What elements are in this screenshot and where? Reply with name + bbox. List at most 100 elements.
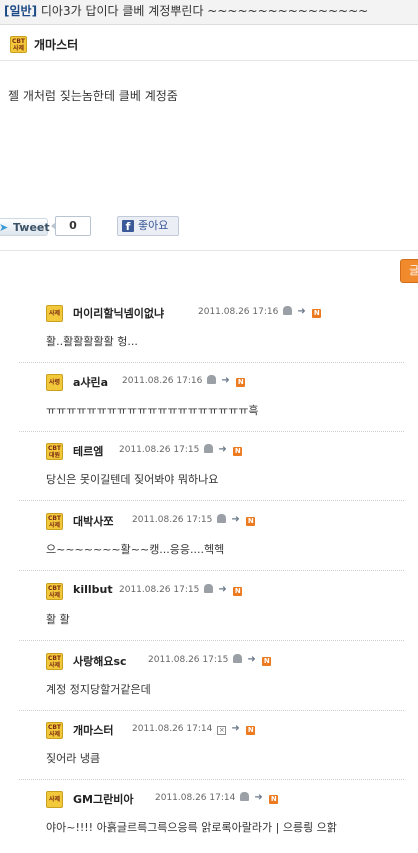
post-title-bar: [일반] 디아3가 답이다 클베 계정뿌린다 ~~~~~~~~~~~~~~~~ <box>0 0 418 25</box>
comment-nickname[interactable]: 머이리할닉넴이없냐 <box>73 305 164 321</box>
delete-icon[interactable]: × <box>217 726 227 735</box>
comment-nickname[interactable]: 개마스터 <box>73 722 113 738</box>
post-author-row: CBT 사제 개마스터 <box>0 30 418 61</box>
comment-date: 2011.08.26 17:14 <box>155 793 236 803</box>
class-badge-icon: 사제 <box>46 305 63 322</box>
divider <box>0 250 418 251</box>
comment-divider <box>19 640 404 641</box>
comment-meta: 2011.08.26 17:16 ➜ N <box>122 375 246 387</box>
comment-item: 사제 머이리할닉넴이없냐 2011.08.26 17:16 ➜ N 활..활활활활활 헝.… <box>0 299 418 367</box>
comment-date: 2011.08.26 17:16 <box>198 307 279 317</box>
comment-divider <box>19 431 404 432</box>
user-info-icon[interactable] <box>204 444 214 453</box>
new-badge-icon[interactable]: N <box>236 378 246 387</box>
comment-divider <box>19 570 404 571</box>
badge-line-2: 사제 <box>48 731 61 738</box>
reply-arrow-icon[interactable]: ➜ <box>254 792 264 803</box>
class-badge-icon: 사제 <box>46 791 63 808</box>
comment-date: 2011.08.26 17:15 <box>148 655 229 665</box>
comment-divider <box>19 710 404 711</box>
comment-meta: 2011.08.26 17:15 ➜ N <box>119 584 243 596</box>
class-badge-icon: CBT 사제 <box>46 583 63 600</box>
badge-line-2: 사제 <box>48 662 61 669</box>
comment-date: 2011.08.26 17:14 <box>132 724 213 734</box>
new-badge-icon[interactable]: N <box>312 309 322 318</box>
post-title: 디아3가 답이다 클베 계정뿌린다 ~~~~~~~~~~~~~~~~ <box>40 4 369 18</box>
comment-item: CBT 사제 대박사쪼 2011.08.26 17:15 ➜ N 으~~~~~~~활~~캥.… <box>0 507 418 575</box>
user-info-icon[interactable] <box>240 792 250 801</box>
comment-item: 사령 a샤린a 2011.08.26 17:16 ➜ N ㅠㅠㅠㅠㅠㅠㅠㅠㅠㅠㅠㅠㅠㅠㅠㅠ… <box>0 368 418 436</box>
reply-arrow-icon[interactable]: ➜ <box>231 723 241 734</box>
comment-text: 짖어라 냉큼 <box>46 752 101 765</box>
badge-line-2: 사제 <box>48 592 61 599</box>
new-badge-icon[interactable]: N <box>269 795 279 804</box>
badge-line-2: 사제 <box>12 45 25 52</box>
badge-line-1: CBT <box>47 655 62 662</box>
comment-item: 사제 GM그란비아 2011.08.26 17:14 ➜ N 야아~!!!! 아흙글르륵그… <box>0 785 418 853</box>
comment-text: 야아~!!!! 아흙글르륵그륵으응륵 앍로록아랄라가 | 으릉릥 으핡 <box>46 821 337 834</box>
post-category[interactable]: [일반] <box>0 4 37 18</box>
comment-nickname[interactable]: GM그란비아 <box>73 791 133 807</box>
post-author-name[interactable]: 개마스터 <box>34 36 78 53</box>
user-info-icon[interactable] <box>207 375 217 384</box>
comment-meta: 2011.08.26 17:16 ➜ N <box>198 306 322 318</box>
user-info-icon[interactable] <box>217 514 227 523</box>
reply-arrow-icon[interactable]: ➜ <box>231 514 241 525</box>
new-badge-icon[interactable]: N <box>246 517 256 526</box>
new-badge-icon[interactable]: N <box>233 587 243 596</box>
comment-item: CBT 대원 테르엠 2011.08.26 17:15 ➜ N 당신은 못이길텐데 짖어봐야… <box>0 437 418 505</box>
new-badge-icon[interactable]: N <box>262 657 272 666</box>
comment-meta: 2011.08.26 17:15 ➜ N <box>119 444 243 456</box>
comment-nickname[interactable]: a샤린a <box>73 374 108 390</box>
badge-line-1: CBT <box>47 724 62 731</box>
facebook-like-button[interactable]: f 좋아요 <box>117 216 179 236</box>
comment-nickname[interactable]: 테르엠 <box>73 443 103 459</box>
comment-date: 2011.08.26 17:15 <box>119 445 200 455</box>
new-badge-icon[interactable]: N <box>233 447 243 456</box>
comment-nickname[interactable]: 대박사쪼 <box>73 513 113 529</box>
class-badge-icon: CBT 사제 <box>46 722 63 739</box>
badge-line-1: CBT <box>47 445 62 452</box>
twitter-bird-icon: ➤ <box>0 221 9 234</box>
comment-text: ㅠㅠㅠㅠㅠㅠㅠㅠㅠㅠㅠㅠㅠㅠㅠㅠㅠㅠㅠㅠ흑 <box>46 404 259 417</box>
tweet-button[interactable]: ➤ Tweet <box>0 218 50 236</box>
comment-meta: 2011.08.26 17:15 ➜ N <box>132 514 256 526</box>
reply-arrow-icon[interactable]: ➜ <box>297 306 307 317</box>
comment-meta: 2011.08.26 17:14 ➜ N <box>155 792 279 804</box>
post-body: 젤 개처럼 짖는놈한테 클베 계정줌 <box>8 89 178 103</box>
badge-line-2: 사제 <box>48 796 61 803</box>
comment-item: CBT 사제 killbut 2011.08.26 17:15 ➜ N 활 활 <box>0 577 418 645</box>
badge-line-2: 사령 <box>48 379 61 386</box>
comment-text: 활..활활활활활 헝... <box>46 335 138 348</box>
reply-arrow-icon[interactable]: ➜ <box>218 444 228 455</box>
user-info-icon[interactable] <box>204 584 214 593</box>
new-badge-icon[interactable]: N <box>246 726 256 735</box>
comment-text: 으~~~~~~~활~~캥...응응....헥헥 <box>46 543 225 556</box>
comment-divider <box>19 500 404 501</box>
facebook-icon: f <box>122 220 134 233</box>
comment-nickname[interactable]: killbut <box>73 583 113 596</box>
comment-date: 2011.08.26 17:15 <box>132 515 213 525</box>
like-label: 좋아요 <box>138 219 169 232</box>
badge-line-1: CBT <box>11 38 26 45</box>
comment-item: CBT 사제 사랑해요sc 2011.08.26 17:15 ➜ N 계정 정지당할거같은데 <box>0 647 418 715</box>
reply-arrow-icon[interactable]: ➜ <box>247 654 257 665</box>
class-badge-icon: CBT 대원 <box>46 443 63 460</box>
badge-line-2: 사제 <box>48 522 61 529</box>
comment-meta: 2011.08.26 17:14 × ➜ N <box>132 723 256 735</box>
comment-nickname[interactable]: 사랑해요sc <box>73 653 127 669</box>
tweet-count: 0 <box>51 216 91 236</box>
reply-arrow-icon[interactable]: ➜ <box>218 584 228 595</box>
badge-line-2: 사제 <box>48 310 61 317</box>
class-badge-icon: 사령 <box>46 374 63 391</box>
reply-arrow-icon[interactable]: ➜ <box>221 375 231 386</box>
user-info-icon[interactable] <box>233 654 243 663</box>
class-badge-icon: CBT 사제 <box>46 513 63 530</box>
comment-divider <box>19 362 404 363</box>
user-info-icon[interactable] <box>283 306 293 315</box>
write-comment-button[interactable]: 글 <box>400 259 418 283</box>
comment-text: 당신은 못이길텐데 짖어봐야 뭐하나요 <box>46 473 219 486</box>
comment-text: 계정 정지당할거같은데 <box>46 683 151 696</box>
badge-line-2: 대원 <box>48 452 61 459</box>
comment-item: CBT 사제 개마스터 2011.08.26 17:14 × ➜ N 짖어라 냉큼 <box>0 716 418 784</box>
